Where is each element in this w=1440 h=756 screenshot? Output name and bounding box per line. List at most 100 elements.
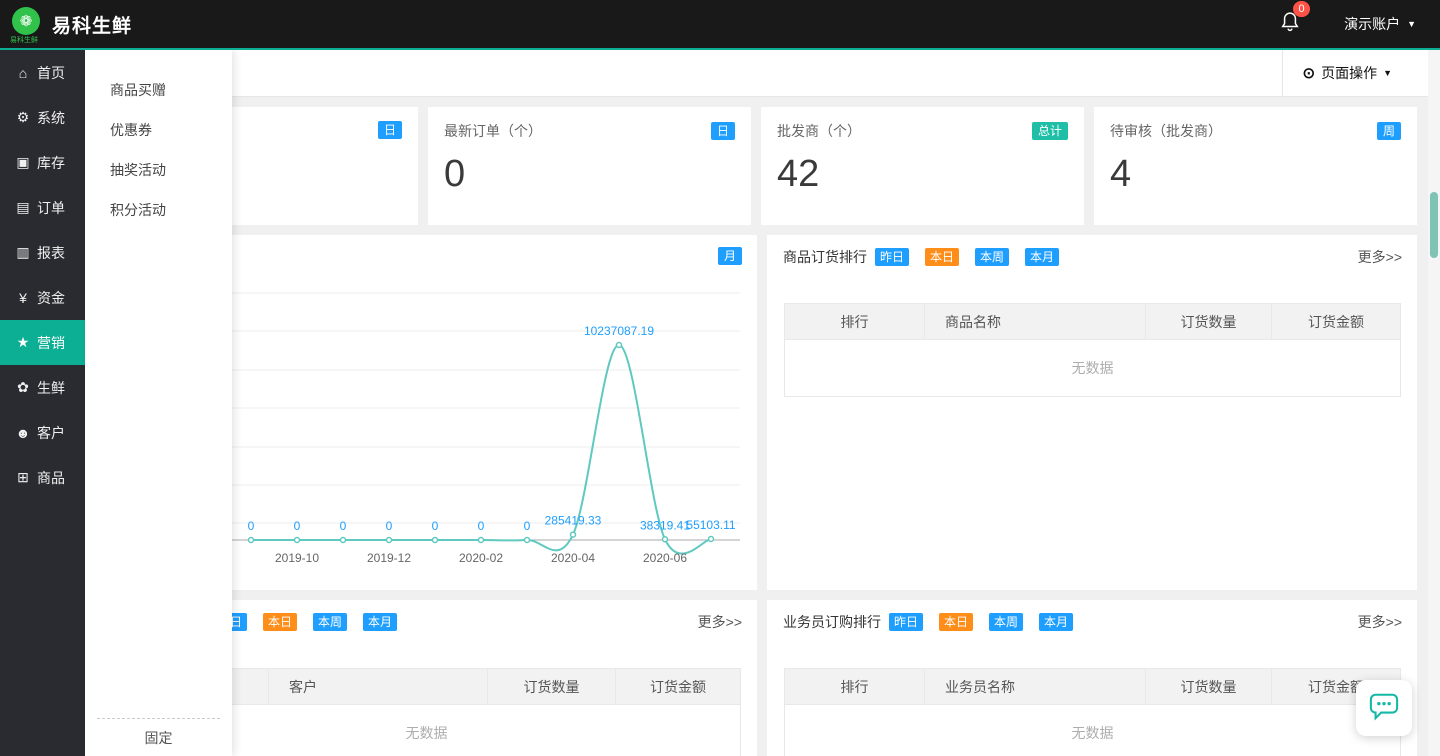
tab-week[interactable]: 本周 xyxy=(989,613,1023,631)
svg-text:2019-12: 2019-12 xyxy=(367,551,411,565)
stat-card-latest-orders: 最新订单（个） 日 0 xyxy=(428,107,751,225)
chevron-down-icon: ▼ xyxy=(1383,68,1392,78)
panel-title: 商品订货排行 xyxy=(783,247,867,267)
stat-card-label: 待审核（批发商） xyxy=(1110,121,1222,141)
stat-card-value: 42 xyxy=(777,153,1068,196)
submenu-item-lottery[interactable]: 抽奖活动 xyxy=(85,150,232,190)
page-scrollbar xyxy=(1428,50,1440,756)
empty-placeholder: 无数据 xyxy=(785,705,1401,756)
logo-icon: ❁ xyxy=(12,7,40,35)
period-badge-month: 月 xyxy=(718,247,742,265)
sidebar-item-label: 资金 xyxy=(37,288,65,308)
logo-subtext: 易科生鲜 xyxy=(10,35,38,45)
svg-text:2019-10: 2019-10 xyxy=(275,551,319,565)
sidebar-item-marketing[interactable]: ★ 营销 xyxy=(0,320,85,365)
svg-text:10237087.19: 10237087.19 xyxy=(584,324,654,338)
period-tabs: 昨日 本日 本周 本月 xyxy=(213,613,397,631)
tab-today[interactable]: 本日 xyxy=(925,248,959,266)
col-customer: 客户 xyxy=(269,669,488,705)
sidebar-item-label: 商品 xyxy=(37,468,65,488)
svg-text:0: 0 xyxy=(386,519,393,533)
tab-yesterday[interactable]: 昨日 xyxy=(889,613,923,631)
app-logo: ❁ 易科生鲜 xyxy=(12,7,42,41)
gear-icon: ⚙ xyxy=(14,109,32,126)
svg-text:0: 0 xyxy=(248,519,255,533)
more-link[interactable]: 更多>> xyxy=(698,612,742,632)
funds-icon: ¥ xyxy=(14,290,32,306)
col-order-amount: 订货金额 xyxy=(1272,304,1401,340)
tab-month[interactable]: 本月 xyxy=(363,613,397,631)
panel-title: 业务员订购排行 xyxy=(783,612,881,632)
report-icon: ▥ xyxy=(14,244,32,261)
stat-card-value: 4 xyxy=(1110,153,1401,196)
period-tabs: 昨日 本日 本周 本月 xyxy=(875,248,1059,266)
sidebar-item-inventory[interactable]: ▣ 库存 xyxy=(0,140,85,185)
sidebar-item-products[interactable]: ⊞ 商品 xyxy=(0,455,85,500)
stat-card-wholesalers: 批发商（个） 总计 42 xyxy=(761,107,1084,225)
svg-text:2020-04: 2020-04 xyxy=(551,551,595,565)
account-label: 演示账户 xyxy=(1344,14,1400,34)
fresh-icon: ✿ xyxy=(14,379,32,396)
submenu-item-buy-gift[interactable]: 商品买赠 xyxy=(85,70,232,110)
sidebar-item-label: 首页 xyxy=(37,63,65,83)
sidebar-item-label: 报表 xyxy=(37,243,65,263)
sidebar-item-label: 客户 xyxy=(37,423,65,443)
svg-text:0: 0 xyxy=(294,519,301,533)
sidebar-item-reports[interactable]: ▥ 报表 xyxy=(0,230,85,275)
period-badge: 日 xyxy=(711,122,735,140)
tab-month[interactable]: 本月 xyxy=(1025,248,1059,266)
home-icon: ⌂ xyxy=(14,65,32,81)
svg-text:0: 0 xyxy=(432,519,439,533)
inventory-icon: ▣ xyxy=(14,154,32,171)
chat-widget-button[interactable] xyxy=(1356,680,1412,736)
page-actions-button[interactable]: ⊙ 页面操作 ▼ xyxy=(1282,50,1440,96)
scrollbar-thumb[interactable] xyxy=(1430,192,1438,258)
empty-placeholder: 无数据 xyxy=(785,340,1401,397)
chevron-down-icon: ▼ xyxy=(1407,19,1416,29)
svg-text:0: 0 xyxy=(478,519,485,533)
col-product-name: 商品名称 xyxy=(925,304,1146,340)
sidebar-item-orders[interactable]: ▤ 订单 xyxy=(0,185,85,230)
svg-text:2020-06: 2020-06 xyxy=(643,551,687,565)
tab-week[interactable]: 本周 xyxy=(975,248,1009,266)
svg-text:2020-02: 2020-02 xyxy=(459,551,503,565)
product-ranking-panel: 商品订货排行 昨日 本日 本周 本月 更多>> 排行 商品名称 订货数量 订货金… xyxy=(767,235,1417,590)
col-order-qty: 订货数量 xyxy=(488,669,616,705)
col-salesman-name: 业务员名称 xyxy=(925,669,1146,705)
tab-week[interactable]: 本周 xyxy=(313,613,347,631)
svg-text:0: 0 xyxy=(340,519,347,533)
tab-today[interactable]: 本日 xyxy=(939,613,973,631)
star-icon: ★ xyxy=(14,334,32,351)
submenu-item-points[interactable]: 积分活动 xyxy=(85,190,232,230)
tab-today[interactable]: 本日 xyxy=(263,613,297,631)
tab-yesterday[interactable]: 昨日 xyxy=(875,248,909,266)
target-icon: ⊙ xyxy=(1303,64,1316,82)
notification-bell[interactable]: 0 xyxy=(1280,10,1300,38)
order-icon: ▤ xyxy=(14,199,32,216)
sidebar-item-label: 生鲜 xyxy=(37,378,65,398)
svg-text:0: 0 xyxy=(524,519,531,533)
tab-month[interactable]: 本月 xyxy=(1039,613,1073,631)
col-rank: 排行 xyxy=(785,669,925,705)
col-order-qty: 订货数量 xyxy=(1146,669,1272,705)
product-ranking-table: 排行 商品名称 订货数量 订货金额 无数据 xyxy=(784,303,1401,397)
sidebar-item-funds[interactable]: ¥ 资金 xyxy=(0,275,85,320)
more-link[interactable]: 更多>> xyxy=(1358,247,1402,267)
stat-cards-row: 日 最新订单（个） 日 0 批发商（个） 总计 42 待审核（批发商） 周 4 xyxy=(95,107,1417,225)
submenu-pin-button[interactable]: 固定 xyxy=(97,718,220,756)
sidebar-item-system[interactable]: ⚙ 系统 xyxy=(0,95,85,140)
stat-card-pending-review: 待审核（批发商） 周 4 xyxy=(1094,107,1417,225)
customer-icon: ☻ xyxy=(14,425,32,441)
sidebar-item-home[interactable]: ⌂ 首页 xyxy=(0,50,85,95)
sidebar-item-fresh[interactable]: ✿ 生鲜 xyxy=(0,365,85,410)
product-icon: ⊞ xyxy=(14,469,32,486)
total-badge: 总计 xyxy=(1032,122,1068,140)
account-menu[interactable]: 演示账户 ▼ xyxy=(1344,14,1416,34)
submenu-item-coupons[interactable]: 优惠券 xyxy=(85,110,232,150)
col-rank: 排行 xyxy=(785,304,925,340)
sidebar-item-customers[interactable]: ☻ 客户 xyxy=(0,410,85,455)
marketing-submenu: 商品买赠 优惠券 抽奖活动 积分活动 固定 xyxy=(85,50,232,756)
sidebar-item-label: 营销 xyxy=(37,333,65,353)
col-order-qty: 订货数量 xyxy=(1146,304,1272,340)
more-link[interactable]: 更多>> xyxy=(1358,612,1402,632)
